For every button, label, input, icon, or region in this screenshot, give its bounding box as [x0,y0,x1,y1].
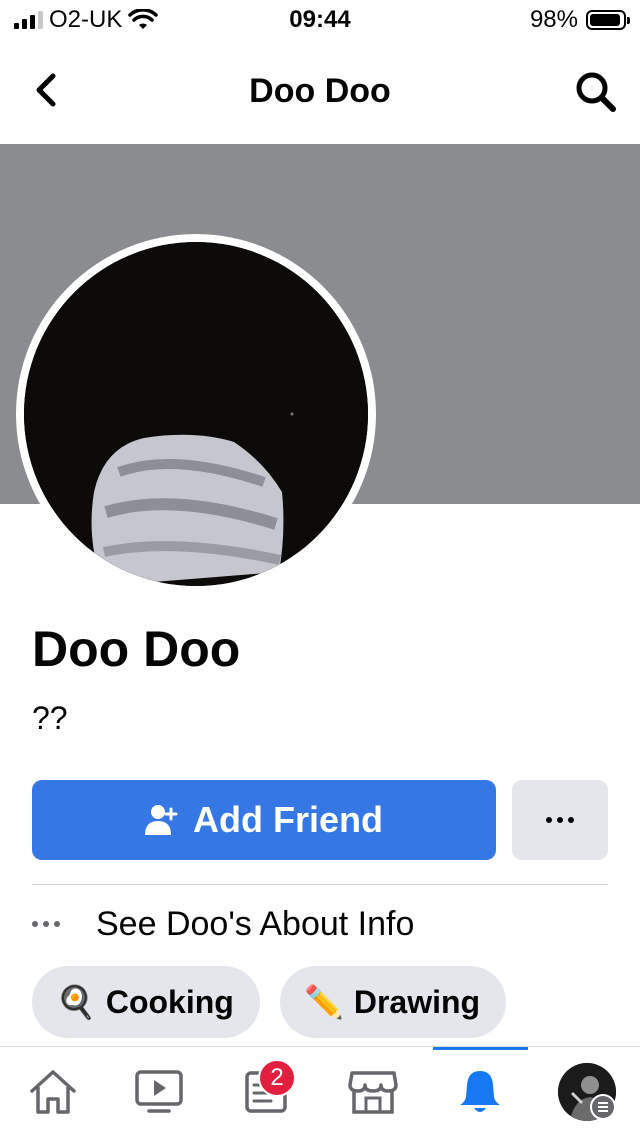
tab-home[interactable] [0,1047,106,1137]
interest-label: Drawing [353,983,481,1020]
tab-marketplace[interactable] [320,1047,426,1137]
marketplace-icon [348,1071,398,1114]
profile-name: Doo Doo [32,621,241,677]
add-friend-label: Add Friend [193,799,383,840]
back-icon[interactable] [26,68,70,112]
about-info-row[interactable]: See Doo's About Info [32,898,608,950]
more-options-button[interactable] [512,780,608,860]
notification-badge: 2 [258,1059,296,1097]
about-info-label: See Doo's About Info [96,904,415,943]
battery-percent: 98% [529,6,578,33]
more-dot [568,817,574,823]
battery-icon [586,10,630,30]
profile-picture[interactable] [24,242,368,586]
home-icon [30,1070,76,1114]
profile-picture-image [24,242,368,586]
nav-bar: Doo Doo [0,44,640,142]
interest-chip-cooking[interactable]: 🍳 Cooking [32,966,260,1038]
page-title: Doo Doo [249,72,391,110]
divider [32,884,608,885]
status-bar: O2-UK 09:44 98% [0,0,640,40]
search-icon[interactable] [572,68,620,116]
interest-chip-drawing[interactable]: ✏️ Drawing [280,966,507,1038]
profile-bio: ?? [32,700,68,736]
interest-label: Cooking [105,983,234,1020]
more-dot [546,817,552,823]
video-icon [135,1070,183,1113]
more-dot [557,817,563,823]
pencil-icon: ✏️ [304,984,344,1020]
more-horizontal-icon [32,921,96,927]
profile-picture-frame[interactable] [16,234,376,594]
add-friend-icon [145,805,178,835]
menu-icon[interactable] [590,1094,616,1120]
tab-notifications[interactable] [427,1047,533,1137]
bell-icon [460,1071,500,1112]
battery-status: 98% [529,6,630,34]
tab-watch[interactable] [106,1047,212,1137]
tab-bar: 2 [0,1046,640,1137]
add-friend-button[interactable]: Add Friend [32,780,496,860]
cooking-icon: 🍳 [56,984,96,1020]
